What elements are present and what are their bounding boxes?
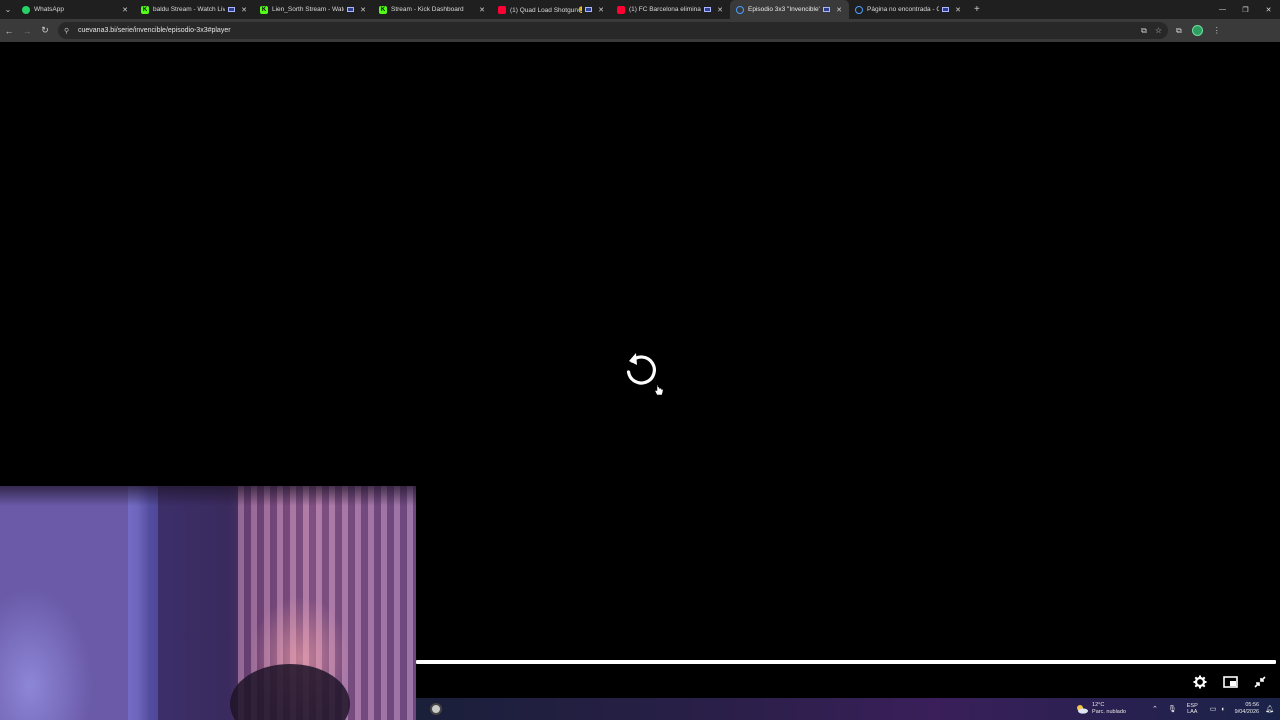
tab-title: (1) Quad Load Shotgun😂🔒	[510, 6, 582, 14]
webcam-overlay	[0, 486, 416, 720]
close-window-icon[interactable]: ✕	[1257, 0, 1280, 19]
tab-strip: ⌄ WhatsApp ✕ K baldu Stream - Watch Live…	[0, 0, 1280, 19]
minimize-icon[interactable]: —	[1211, 0, 1234, 19]
bookmark-star-icon[interactable]: ☆	[1155, 26, 1162, 36]
tab-title: Stream - Kick Dashboard	[391, 6, 464, 13]
whatsapp-icon	[22, 5, 30, 14]
media-playing-icon	[704, 7, 711, 12]
tab-quad-load-shotgun[interactable]: (1) Quad Load Shotgun😂🔒 ✕	[492, 0, 611, 19]
network-icon[interactable]: ▭	[1210, 705, 1217, 713]
weather-cloud-icon	[1077, 705, 1089, 714]
clock-date: 9/04/2026	[1234, 709, 1260, 715]
new-tab-button[interactable]: +	[974, 4, 986, 15]
clock[interactable]: 05:56 9/04/2026	[1235, 702, 1259, 716]
exit-fullscreen-icon[interactable]	[1249, 671, 1271, 693]
kick-icon: K	[260, 5, 268, 14]
tab-episodio-3x3[interactable]: Episodio 3x3 "Invencible" - ✕	[730, 0, 849, 19]
close-icon[interactable]: ✕	[478, 6, 486, 14]
kick-icon: K	[141, 5, 149, 14]
tab-title: baldu Stream - Watch Live	[153, 6, 225, 13]
site-icon	[855, 5, 863, 14]
weather-desc: Parc. nublado	[1092, 709, 1126, 715]
restore-icon[interactable]: ❐	[1234, 0, 1257, 19]
forward-icon[interactable]: →	[18, 22, 36, 40]
settings-gear-icon[interactable]	[1189, 671, 1211, 693]
close-icon[interactable]: ✕	[121, 6, 129, 14]
address-bar[interactable]: ⚲ cuevana3.bi/serie/invencible/episodio-…	[58, 22, 1168, 39]
media-playing-icon	[823, 7, 830, 12]
kick-icon: K	[379, 5, 387, 14]
site-icon	[736, 5, 744, 14]
menu-dots-icon[interactable]: ⋮	[1213, 26, 1221, 35]
window-controls: — ❐ ✕	[1211, 0, 1280, 19]
media-playing-icon	[585, 7, 592, 12]
close-icon[interactable]: ✕	[240, 6, 248, 14]
webcam-pole-shape	[128, 486, 158, 720]
tab-title: WhatsApp	[34, 6, 64, 13]
youtube-icon	[617, 5, 625, 14]
microphone-icon[interactable]: 🎙︎	[1168, 705, 1177, 713]
taskbar: 12°C Parc. nublado ⌃ 🎙︎ ESP LAA ▭ ◖ 05:5…	[416, 698, 1280, 720]
screen: ⌄ WhatsApp ✕ K baldu Stream - Watch Live…	[0, 0, 1280, 720]
reload-icon[interactable]: ↻	[36, 22, 54, 40]
browser-toolbar: ← → ↻ ⚲ cuevana3.bi/serie/invencible/epi…	[0, 19, 1280, 42]
chrome-taskbar-icon[interactable]	[430, 703, 442, 715]
back-icon[interactable]: ←	[0, 22, 18, 40]
extensions-icon[interactable]: ⧉	[1176, 26, 1182, 36]
tab-fc-barcelona[interactable]: (1) FC Barcelona eliminado ✕	[611, 0, 730, 19]
url-text[interactable]: cuevana3.bi/serie/invencible/episodio-3x…	[78, 27, 231, 34]
profile-avatar[interactable]	[1191, 25, 1203, 36]
language-indicator[interactable]: ESP LAA	[1187, 703, 1198, 715]
tab-pagina-no-encontrada[interactable]: Página no encontrada - Cu ✕	[849, 0, 968, 19]
media-playing-icon	[228, 7, 235, 12]
webcam-top-shade	[0, 486, 416, 506]
tab-lien-sorth-stream[interactable]: K Lien_Sorth Stream - Watch Live ✕	[254, 0, 373, 19]
youtube-icon	[498, 5, 506, 14]
site-info-icon[interactable]: ⚲	[64, 27, 72, 35]
volume-icon[interactable]: ◖	[1220, 706, 1224, 713]
notification-bell-icon[interactable]: 🔔︎	[1265, 705, 1274, 713]
tab-baldu-stream[interactable]: K baldu Stream - Watch Live ✕	[135, 0, 254, 19]
progress-bar[interactable]	[416, 660, 1276, 664]
close-icon[interactable]: ✕	[835, 6, 843, 14]
picture-in-picture-icon[interactable]	[1219, 671, 1241, 693]
hand-cursor-icon	[654, 384, 664, 396]
tab-title: Lien_Sorth Stream - Watch Live	[272, 6, 344, 13]
clock-time: 05:56	[1245, 702, 1260, 708]
close-icon[interactable]: ✕	[597, 6, 605, 14]
system-tray: 12°C Parc. nublado ⌃ 🎙︎ ESP LAA ▭ ◖ 05:5…	[1075, 698, 1280, 720]
install-app-icon[interactable]: ⧉	[1141, 26, 1147, 36]
close-icon[interactable]: ✕	[716, 6, 724, 14]
close-icon[interactable]: ✕	[359, 6, 367, 14]
weather-temp: 12°C	[1092, 702, 1105, 708]
tab-whatsapp[interactable]: WhatsApp ✕	[16, 0, 135, 19]
media-playing-icon	[347, 7, 354, 12]
tab-title: Página no encontrada - Cu	[867, 6, 939, 13]
tab-kick-dashboard[interactable]: K Stream - Kick Dashboard ✕	[373, 0, 492, 19]
tab-title: Episodio 3x3 "Invencible" -	[748, 6, 820, 13]
tab-title: (1) FC Barcelona eliminado	[629, 6, 701, 13]
media-playing-icon	[942, 7, 949, 12]
weather-widget[interactable]: 12°C Parc. nublado	[1075, 702, 1126, 716]
close-icon[interactable]: ✕	[954, 6, 962, 14]
chevron-up-icon[interactable]: ⌃	[1152, 705, 1158, 713]
lang-bottom: LAA	[1187, 709, 1198, 715]
tab-search-icon[interactable]: ⌄	[0, 0, 16, 19]
